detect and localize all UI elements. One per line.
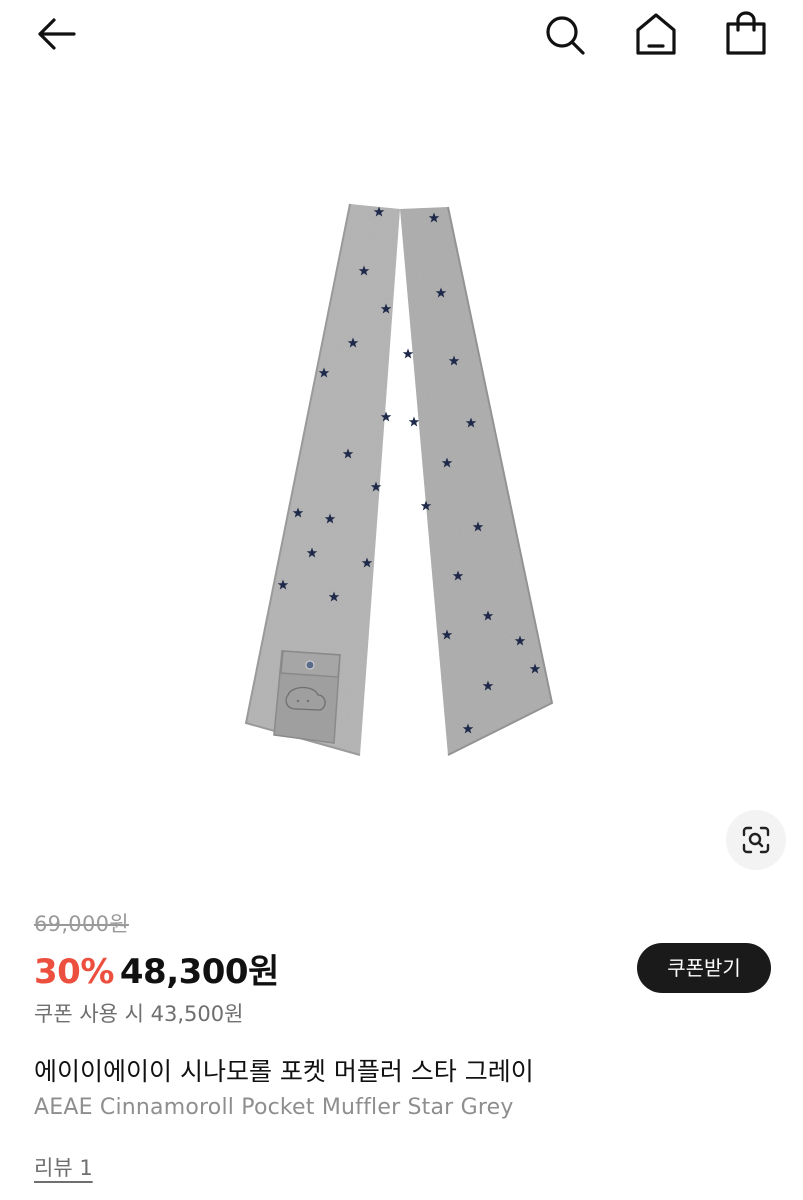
review-link[interactable]: 리뷰 1 [34,1152,93,1182]
scarf-illustration [244,203,554,756]
search-button[interactable] [540,12,590,56]
original-price: 69,000원 [34,912,129,936]
shopping-bag-button[interactable] [720,10,772,58]
product-title-en: AEAE Cinnamoroll Pocket Muffler Star Gre… [34,1095,514,1120]
home-button[interactable] [630,10,682,58]
search-icon [546,16,585,55]
coupon-price: 쿠폰 사용 시 43,500원 [34,1002,244,1026]
back-button[interactable] [30,12,82,56]
image-search-icon [742,826,770,854]
product-title: 에이이에이이 시나모롤 포켓 머플러 스타 그레이 [34,1057,534,1086]
sale-price: 48,300원 [119,952,279,992]
image-search-button[interactable] [726,810,786,870]
top-bar [0,0,803,80]
home-icon [636,13,676,55]
price-row: 30% 48,300원 [34,944,279,992]
discount-rate: 30% [34,952,114,992]
product-image[interactable] [230,195,570,765]
shopping-bag-icon [726,11,766,55]
get-coupon-button[interactable]: 쿠폰받기 [637,943,771,993]
arrow-left-icon [38,18,76,50]
